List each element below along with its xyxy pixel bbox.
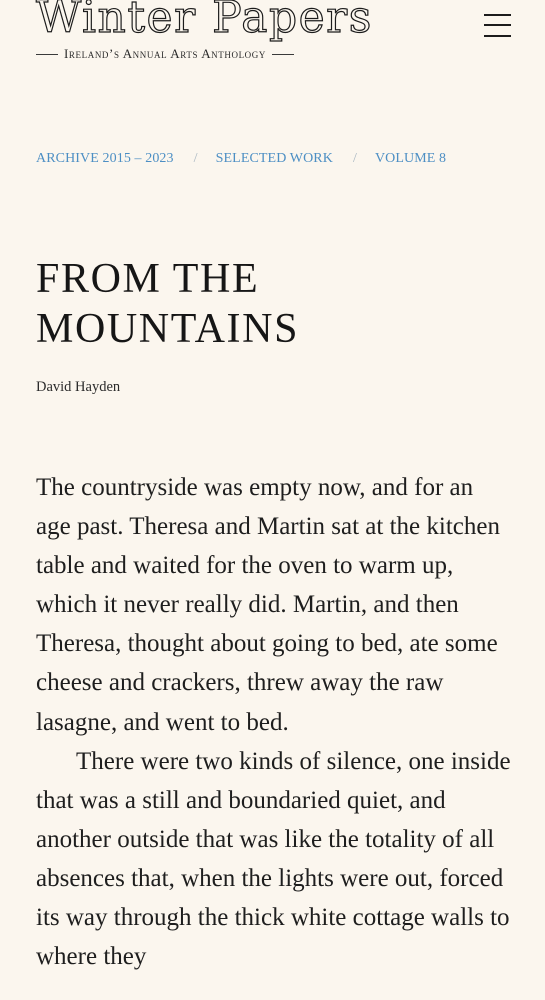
breadcrumb-separator: / (193, 151, 198, 166)
author-link[interactable]: David Hayden (36, 379, 120, 396)
menu-bar-bottom (484, 35, 511, 37)
article-body: The countryside was empty now, and for a… (36, 468, 511, 976)
breadcrumb-volume[interactable]: VOLUME 8 (375, 151, 446, 166)
article-title: FROM THE MOUNTAINS (36, 256, 300, 352)
breadcrumb-selected-work[interactable]: SELECTED WORK (216, 151, 333, 166)
masthead: Winter Papers Ireland’s Annual Arts Anth… (35, 0, 386, 62)
tagline-row: Ireland’s Annual Arts Anthology (36, 46, 382, 62)
article-paragraph: The countryside was empty now, and for a… (36, 474, 500, 736)
menu-bar-top (484, 14, 511, 16)
breadcrumb: ARCHIVE 2015 – 2023 / SELECTED WORK / VOLUME… (36, 151, 446, 167)
site-title-logo[interactable]: Winter Papers (35, 0, 386, 40)
breadcrumb-archive[interactable]: ARCHIVE 2015 – 2023 (36, 151, 174, 166)
menu-bar-middle (484, 24, 511, 26)
tagline-rule-left (36, 53, 58, 55)
hamburger-menu-icon[interactable] (482, 12, 514, 40)
breadcrumb-separator: / (352, 151, 357, 166)
tagline-rule-right (271, 53, 294, 55)
article-paragraph: There were two kinds of silence, one ins… (36, 747, 511, 971)
site-tagline: Ireland’s Annual Arts Anthology (64, 46, 266, 61)
